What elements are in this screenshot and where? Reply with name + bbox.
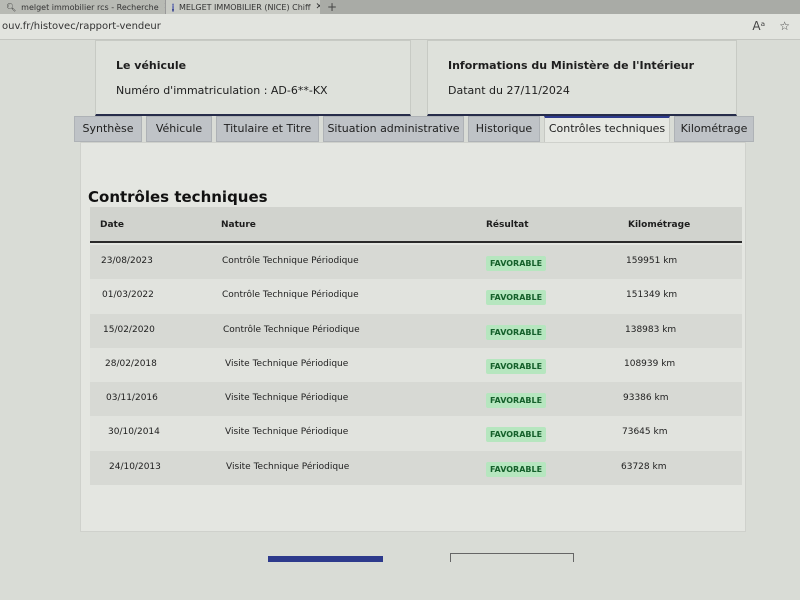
tab-vehicule[interactable]: Véhicule	[146, 116, 212, 142]
table-row: 01/03/2022 Contrôle Technique Périodique…	[90, 279, 742, 314]
row-mileage: 151349 km	[626, 290, 678, 301]
browser-tab-search[interactable]: 🔍︎ melget immobilier rcs - Recherche ✕	[0, 0, 165, 14]
tab-situation-administrative[interactable]: Situation administrative	[323, 116, 464, 142]
tab-titulaire[interactable]: Titulaire et Titre	[216, 116, 319, 142]
status-badge: FAVORABLE	[486, 256, 547, 271]
header-date: Date	[100, 220, 124, 230]
tab-kilometrage[interactable]: Kilométrage	[674, 116, 754, 142]
vehicle-card-heading: Le véhicule	[116, 59, 187, 72]
browser-tab-company[interactable]: i MELGET IMMOBILIER (NICE) Chiff ✕	[165, 0, 320, 14]
primary-button[interactable]	[268, 556, 383, 562]
vehicle-info-card: Le véhicule Numéro d'immatriculation : A…	[95, 40, 411, 116]
status-badge: FAVORABLE	[486, 290, 547, 306]
browser-tab-bar: 🔍︎ melget immobilier rcs - Recherche ✕ i…	[0, 0, 800, 14]
row-nature: Visite Technique Périodique	[225, 427, 349, 438]
row-mileage: 73645 km	[622, 427, 668, 438]
row-nature: Visite Technique Périodique	[226, 461, 350, 472]
header-result: Résultat	[486, 220, 529, 230]
registration-number: Numéro d'immatriculation : AD-6**-KX	[116, 84, 328, 97]
inspection-table-body: 23/08/2023 Contrôle Technique Périodique…	[90, 245, 742, 486]
browser-tab-label: MELGET IMMOBILIER (NICE) Chiff	[178, 2, 311, 12]
row-nature: Contrôle Technique Périodique	[222, 256, 359, 266]
row-nature: Visite Technique Périodique	[225, 358, 349, 369]
secondary-button[interactable]	[450, 553, 574, 562]
ministry-info-card: Informations du Ministère de l'Intérieur…	[427, 40, 737, 116]
table-row: 30/10/2014 Visite Technique Périodique F…	[90, 416, 742, 451]
row-nature: Contrôle Technique Périodique	[223, 324, 360, 335]
search-icon: 🔍︎	[6, 2, 17, 12]
header-nature: Nature	[221, 220, 256, 230]
url-text[interactable]: ouv.fr/histovec/rapport-vendeur	[0, 21, 161, 32]
table-row: 24/10/2013 Visite Technique Périodique F…	[90, 450, 742, 486]
tab-historique[interactable]: Historique	[468, 116, 540, 142]
read-aloud-icon[interactable]: A͏ᵃ	[752, 19, 765, 33]
row-mileage: 138983 km	[625, 324, 677, 335]
row-mileage: 63728 km	[621, 461, 667, 472]
row-date: 30/10/2014	[108, 427, 160, 438]
row-mileage: 108939 km	[624, 358, 676, 369]
status-badge: FAVORABLE	[486, 461, 547, 477]
table-row: 03/11/2016 Visite Technique Périodique F…	[90, 382, 742, 417]
row-date: 24/10/2013	[109, 461, 161, 472]
section-title: Contrôles techniques	[88, 188, 268, 206]
row-mileage: 93386 km	[623, 393, 669, 404]
status-badge: FAVORABLE	[486, 427, 547, 443]
row-date: 03/11/2016	[106, 393, 158, 404]
row-nature: Visite Technique Périodique	[225, 393, 349, 404]
row-date: 28/02/2018	[105, 358, 157, 369]
row-date: 23/08/2023	[101, 256, 153, 266]
new-tab-plus-icon[interactable]: +	[320, 0, 344, 14]
row-date: 01/03/2022	[102, 290, 154, 301]
table-header: Date Nature Résultat Kilométrage	[90, 207, 742, 243]
header-mileage: Kilométrage	[628, 220, 691, 230]
row-nature: Contrôle Technique Périodique	[222, 290, 359, 301]
address-bar[interactable]: ouv.fr/histovec/rapport-vendeur A͏ᵃ ☆	[0, 14, 800, 40]
tab-controles-techniques[interactable]: Contrôles techniques	[544, 116, 670, 144]
tab-synthese[interactable]: Synthèse	[74, 116, 142, 142]
status-badge: FAVORABLE	[486, 393, 547, 409]
row-date: 15/02/2020	[103, 324, 155, 335]
status-badge: FAVORABLE	[486, 358, 547, 374]
info-icon: i	[172, 2, 174, 12]
table-row: 15/02/2020 Contrôle Technique Périodique…	[90, 313, 742, 348]
table-row: 23/08/2023 Contrôle Technique Périodique…	[90, 245, 742, 280]
browser-tab-label: melget immobilier rcs - Recherche	[21, 2, 159, 12]
data-date: Datant du 27/11/2024	[448, 84, 570, 97]
table-row: 28/02/2018 Visite Technique Périodique F…	[90, 347, 742, 383]
favorite-star-icon[interactable]: ☆	[779, 19, 790, 33]
ministry-card-heading: Informations du Ministère de l'Intérieur	[448, 59, 695, 72]
status-badge: FAVORABLE	[486, 324, 547, 340]
row-mileage: 159951 km	[626, 256, 678, 266]
